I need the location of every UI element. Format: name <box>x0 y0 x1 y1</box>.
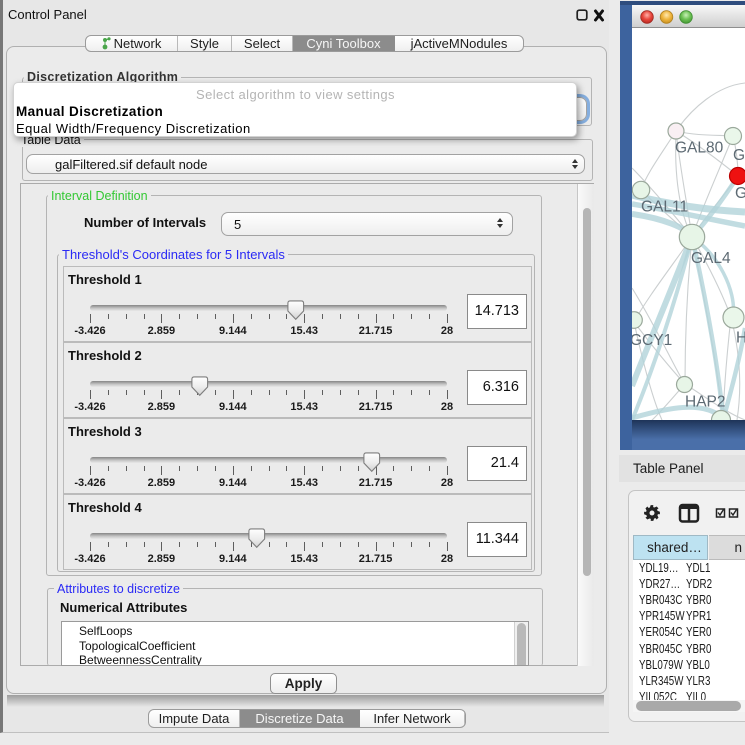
svg-text:GCY1: GCY1 <box>632 332 672 349</box>
svg-text:GAL4: GAL4 <box>691 250 731 267</box>
svg-text:G: G <box>735 185 745 202</box>
svg-text:GAL11: GAL11 <box>641 199 688 216</box>
svg-text:GA: GA <box>733 147 745 164</box>
svg-text:GAL80: GAL80 <box>675 140 724 157</box>
svg-text:HAP2: HAP2 <box>685 394 726 411</box>
svg-text:H: H <box>736 330 745 347</box>
